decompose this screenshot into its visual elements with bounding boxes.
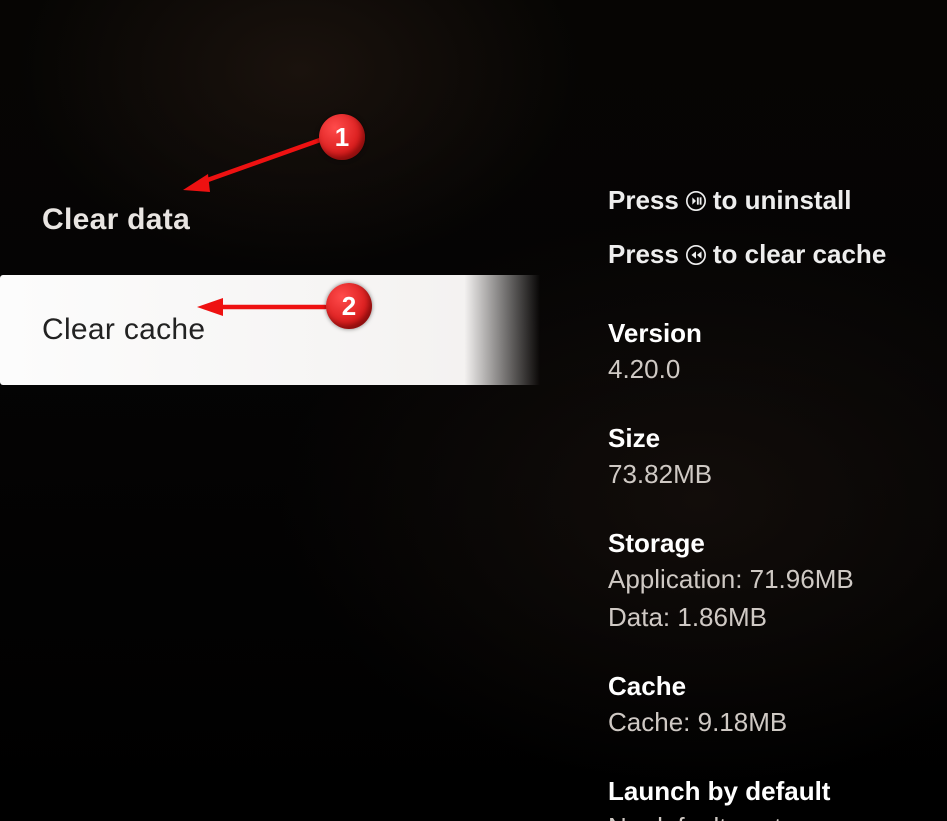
annotation-number: 1 bbox=[335, 122, 349, 153]
info-value: 73.82MB bbox=[608, 457, 938, 492]
annotation-number: 2 bbox=[342, 291, 356, 322]
info-value: Cache: 9.18MB bbox=[608, 705, 938, 740]
annotation-badge-1: 1 bbox=[319, 114, 365, 160]
rewind-button-icon bbox=[685, 244, 707, 266]
info-label: Storage bbox=[608, 528, 938, 559]
info-value-application: Application: 71.96MB bbox=[608, 562, 938, 597]
hint-suffix: to clear cache bbox=[713, 238, 886, 272]
app-details-panel: Press to uninstall Press to cl bbox=[608, 184, 938, 821]
hint-suffix: to uninstall bbox=[713, 184, 852, 218]
info-storage: Storage Application: 71.96MB Data: 1.86M… bbox=[608, 528, 938, 635]
info-value: No defaults set. bbox=[608, 810, 938, 821]
menu-item-label: Clear data bbox=[42, 203, 190, 237]
info-label: Launch by default bbox=[608, 776, 938, 807]
info-cache: Cache Cache: 9.18MB bbox=[608, 671, 938, 740]
hint-uninstall: Press to uninstall bbox=[608, 184, 938, 218]
info-size: Size 73.82MB bbox=[608, 423, 938, 492]
annotation-badge-2: 2 bbox=[326, 283, 372, 329]
info-value: 4.20.0 bbox=[608, 352, 938, 387]
menu-item-label: Clear cache bbox=[42, 313, 205, 347]
hint-prefix: Press bbox=[608, 238, 679, 272]
info-version: Version 4.20.0 bbox=[608, 318, 938, 387]
annotation-arrow-2 bbox=[195, 296, 335, 320]
info-label: Cache bbox=[608, 671, 938, 702]
menu-item-clear-cache[interactable]: Clear cache bbox=[0, 275, 540, 385]
hint-prefix: Press bbox=[608, 184, 679, 218]
info-label: Size bbox=[608, 423, 938, 454]
hint-clear-cache: Press to clear cache bbox=[608, 238, 938, 272]
play-pause-button-icon bbox=[685, 190, 707, 212]
info-value-data: Data: 1.86MB bbox=[608, 600, 938, 635]
info-label: Version bbox=[608, 318, 938, 349]
info-launch-by-default: Launch by default No defaults set. bbox=[608, 776, 938, 821]
annotation-arrow-1 bbox=[180, 130, 330, 200]
